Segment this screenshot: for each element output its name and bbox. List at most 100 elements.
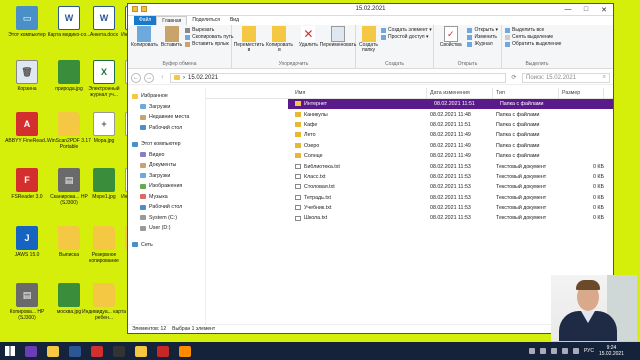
selection-count: Выбран 1 элемент bbox=[172, 326, 216, 332]
taskbar-app-opera[interactable] bbox=[86, 342, 108, 360]
nav-desktop-2[interactable]: Рабочий стол bbox=[128, 202, 205, 213]
open-button[interactable]: Открыть ▾ bbox=[467, 27, 498, 33]
taskbar-app-folder[interactable] bbox=[42, 342, 64, 360]
nav-this-pc[interactable]: Этот компьютер bbox=[128, 139, 205, 150]
desktop-icon-item[interactable]: ▭ Этот компьютер bbox=[4, 6, 50, 38]
file-date: 08.02.2021 11:51 bbox=[430, 121, 471, 128]
file-name: Столовая.txt bbox=[292, 184, 427, 190]
desktop-icon-item[interactable]: A ABBYY FineRead... bbox=[4, 112, 50, 144]
nav-downloads[interactable]: Загрузки bbox=[128, 102, 205, 113]
easy-access-button[interactable]: Простой доступ ▾ bbox=[381, 34, 432, 40]
edit-button[interactable]: Изменить bbox=[467, 34, 498, 40]
tab-home[interactable]: Главная bbox=[156, 16, 188, 25]
desktop-icon-item[interactable]: J JAWS 15.0 bbox=[4, 226, 50, 258]
select-none-button[interactable]: Снять выделение bbox=[505, 34, 561, 40]
nav-network[interactable]: Сеть bbox=[128, 240, 205, 251]
file-name: Класс.txt bbox=[292, 174, 427, 180]
file-row[interactable]: Озеро 08.02.2021 11:49 Папка с файлами bbox=[206, 141, 613, 151]
history-button[interactable]: Журнал bbox=[467, 41, 498, 47]
minimize-button[interactable]: — bbox=[559, 4, 577, 15]
desktop-icon-item[interactable]: 🗑 Корзина bbox=[4, 60, 50, 92]
file-date: 08.02.2021 11:53 bbox=[430, 194, 471, 201]
window-title: 15.02.2021 bbox=[355, 6, 386, 12]
file-row[interactable]: Каникулы 08.02.2021 11:48 Папка с файлами bbox=[206, 109, 613, 119]
nav-user-d[interactable]: User (D:) bbox=[128, 223, 205, 234]
file-row[interactable]: Класс.txt 08.02.2021 11:53 Текстовый докум… bbox=[206, 172, 613, 182]
group-label: Открыть bbox=[457, 61, 478, 67]
file-row[interactable]: Учебник.txt 08.02.2021 11:53 Текстовый док… bbox=[206, 203, 613, 213]
desktop-icon-item[interactable]: F FSReader 3.0 bbox=[4, 168, 50, 200]
tray-icon[interactable] bbox=[539, 348, 546, 354]
taskbar-app-word[interactable] bbox=[64, 342, 86, 360]
text-file-icon bbox=[295, 205, 301, 211]
nav-videos[interactable]: Видео bbox=[128, 150, 205, 161]
nav-pictures[interactable]: Изображения bbox=[128, 181, 205, 192]
new-item-button[interactable]: Создать элемент ▾ bbox=[381, 27, 432, 33]
column-name[interactable]: Имя bbox=[292, 87, 427, 99]
nav-system-c[interactable]: System (C:) bbox=[128, 213, 205, 224]
file-row[interactable]: Лето 08.02.2021 11:49 Папка с файлами bbox=[206, 130, 613, 140]
nav-music[interactable]: Музыка bbox=[128, 192, 205, 203]
refresh-icon[interactable]: ⟳ bbox=[509, 73, 519, 83]
invert-selection-button[interactable]: Обратить выделение bbox=[505, 41, 561, 47]
breadcrumb[interactable]: 15.02.2021 bbox=[188, 75, 218, 81]
paste-shortcut-button[interactable]: Вставить ярлык bbox=[185, 41, 233, 47]
file-row[interactable]: Библиотека.txt 08.02.2021 11:53 Текстовый … bbox=[206, 161, 613, 171]
nav-recent[interactable]: Недавние места bbox=[128, 112, 205, 123]
file-type: Папка с файлами bbox=[496, 111, 540, 118]
column-type[interactable]: Тип bbox=[493, 87, 559, 99]
file-row[interactable]: Школа.txt 08.02.2021 11:53 Текстовый докум… bbox=[206, 213, 613, 223]
taskbar-app-explorer[interactable] bbox=[130, 342, 152, 360]
select-all-button[interactable]: Выделить все bbox=[505, 27, 561, 33]
tab-file[interactable]: Файл bbox=[134, 16, 157, 25]
file-row[interactable]: Кафе 08.02.2021 11:51 Папка с файлами bbox=[206, 120, 613, 130]
group-label: Выделить bbox=[525, 61, 549, 67]
desktop-icon-label: Электронный журнал уч... bbox=[88, 86, 120, 98]
language-indicator[interactable]: РУС bbox=[584, 348, 594, 354]
tray-icon[interactable] bbox=[528, 348, 535, 354]
tab-view[interactable]: Вид bbox=[225, 16, 244, 25]
nav-downloads-2[interactable]: Загрузки bbox=[128, 171, 205, 182]
file-size: 0 КБ bbox=[593, 173, 604, 180]
copy-path-button[interactable]: Скопировать путь bbox=[185, 34, 233, 40]
back-button[interactable]: ← bbox=[131, 72, 141, 83]
search-input[interactable]: Поиск: 15.02.2021 ⌕ bbox=[522, 72, 610, 83]
downloads-icon bbox=[140, 173, 146, 179]
text-file-icon bbox=[295, 163, 301, 169]
ribbon-group-new: Создать папку Создать элемент ▾ Простой … bbox=[356, 25, 434, 68]
column-date[interactable]: Дата изменения bbox=[427, 87, 493, 99]
file-size: 0 КБ bbox=[593, 184, 604, 191]
up-button[interactable]: ↑ bbox=[157, 73, 167, 83]
column-size[interactable]: Размер bbox=[559, 87, 604, 99]
close-button[interactable]: ✕ bbox=[595, 4, 613, 15]
file-row[interactable]: Столовая.txt 08.02.2021 11:53 Текстовый до… bbox=[206, 182, 613, 192]
start-button[interactable] bbox=[0, 342, 20, 360]
forward-button[interactable]: → bbox=[144, 72, 154, 83]
taskbar-app-orange[interactable] bbox=[174, 342, 196, 360]
folder-icon bbox=[295, 153, 301, 159]
nav-documents[interactable]: Документы bbox=[128, 160, 205, 171]
taskbar-app-pdf[interactable] bbox=[152, 342, 174, 360]
network-icon[interactable] bbox=[572, 348, 579, 354]
cut-button[interactable]: Вырезать bbox=[185, 27, 233, 33]
nav-favorites[interactable]: Избранное bbox=[128, 91, 205, 102]
red-icon: F bbox=[16, 168, 38, 192]
tray-icon[interactable] bbox=[550, 348, 557, 354]
maximize-button[interactable]: □ bbox=[577, 4, 595, 15]
volume-icon[interactable] bbox=[561, 348, 568, 354]
file-row[interactable]: Тетрадь.txt 08.02.2021 11:53 Текстовый док… bbox=[206, 193, 613, 203]
clock[interactable]: 9:24 15.02.2021 bbox=[599, 345, 624, 357]
taskbar-app-purple[interactable] bbox=[20, 342, 42, 360]
desktop-icon-item[interactable]: ▤ Копирова... HP (SJ300) bbox=[4, 283, 50, 321]
file-row[interactable]: Интернет 08.02.2021 11:51 Папка с файлами bbox=[288, 99, 613, 110]
path-field[interactable]: › 15.02.2021 bbox=[170, 72, 506, 83]
taskbar-app-camera[interactable] bbox=[108, 342, 130, 360]
tab-share[interactable]: Поделиться bbox=[187, 16, 225, 25]
file-type: Папка с файлами bbox=[496, 142, 540, 149]
file-row[interactable]: Солнце 08.02.2021 11:49 Папка с файлами bbox=[206, 151, 613, 161]
file-size: 0 КБ bbox=[593, 205, 604, 212]
nav-desktop[interactable]: Рабочий стол bbox=[128, 123, 205, 134]
word-icon: W bbox=[93, 6, 115, 30]
desktop-icon-item[interactable]: Индивидуа... карта ребен... bbox=[81, 283, 127, 321]
img-icon bbox=[58, 283, 80, 307]
